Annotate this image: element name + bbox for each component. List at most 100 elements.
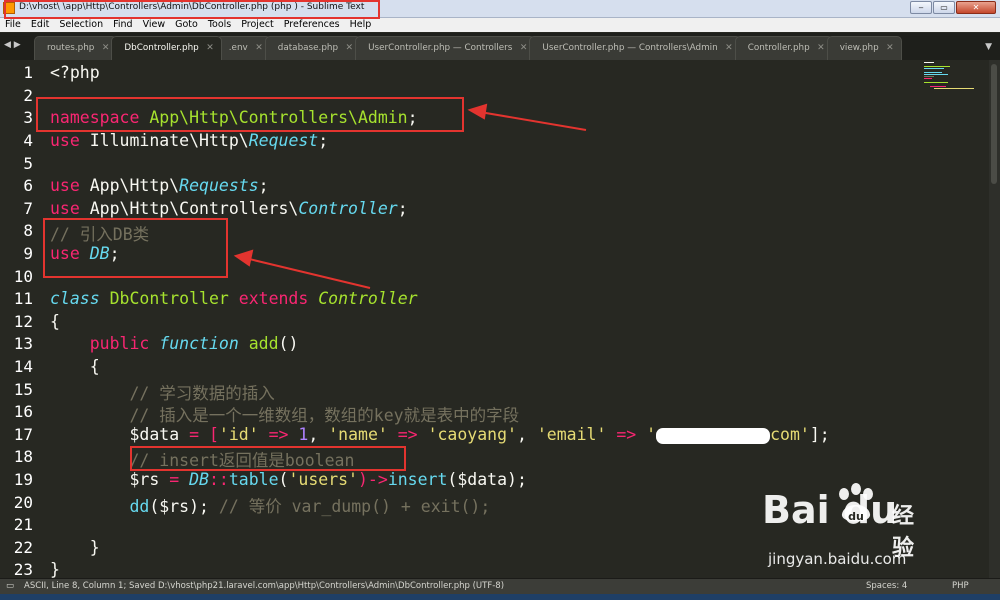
minimap-line [934, 88, 974, 89]
minimap-line [924, 74, 948, 75]
menu-preferences[interactable]: Preferences [279, 18, 345, 32]
status-bar: ▭ ASCII, Line 8, Column 1; Saved D:\vhos… [0, 578, 1000, 595]
code-line-20: dd($rs); // 等价 var_dump() + exit(); [50, 497, 491, 516]
code-line-11: class DbController extends Controller [50, 289, 418, 308]
code-line-19: $rs = DB::table('users')->insert($data); [50, 470, 527, 489]
menu-help[interactable]: Help [345, 18, 377, 32]
minimap-line [930, 86, 946, 87]
code-line-23: } [50, 560, 60, 579]
minimap-line [924, 62, 934, 63]
code-line-12: { [50, 312, 60, 331]
tab-routes[interactable]: routes.php ✕ [34, 36, 118, 60]
code-line-3: namespace App\Http\Controllers\Admin; [50, 108, 418, 127]
menu-find[interactable]: Find [108, 18, 137, 32]
line-number: 4 [23, 131, 33, 150]
syntax-setting[interactable]: PHP [952, 581, 969, 591]
tab-nav-icon[interactable]: ◀ ▶ [4, 40, 21, 50]
line-number: 19 [13, 470, 33, 489]
code-line-6: use App\Http\Requests; [50, 176, 269, 195]
menu-edit[interactable]: Edit [26, 18, 54, 32]
menu-bar: File Edit Selection Find View Goto Tools… [0, 18, 1000, 32]
tab-database[interactable]: database.php ✕ [264, 36, 362, 60]
line-number: 18 [13, 447, 33, 466]
tab-label: routes.php [47, 43, 95, 53]
tab-close-icon[interactable]: ✕ [886, 37, 894, 60]
line-number: 15 [13, 380, 33, 399]
os-taskbar [0, 594, 1000, 600]
code-line-16: // 插入是一个一维数组，数组的key就是表中的字段 [50, 406, 520, 425]
scrollbar-thumb[interactable] [991, 64, 997, 184]
menu-tools[interactable]: Tools [203, 18, 236, 32]
tab-close-icon[interactable]: ✕ [102, 37, 110, 60]
code-line-9: use DB; [50, 244, 120, 263]
tab-label: Controller.php [747, 43, 810, 53]
line-number: 10 [13, 267, 33, 286]
tab-label: .env [228, 43, 248, 53]
minimap-line [924, 68, 944, 69]
tab-label: UserController.php — Controllers\Admin [542, 43, 718, 53]
tab-close-icon[interactable]: ✕ [725, 37, 733, 60]
code-line-14: { [50, 357, 100, 376]
tab-close-icon[interactable]: ✕ [520, 37, 528, 60]
tab-close-icon[interactable]: ✕ [817, 37, 825, 60]
menu-goto[interactable]: Goto [170, 18, 203, 32]
code-line-13: public function add() [89, 334, 299, 353]
close-icon[interactable]: ✕ [956, 1, 996, 14]
window-controls: ‒ ▭ ✕ [910, 1, 996, 14]
line-number: 23 [13, 560, 33, 579]
menu-view[interactable]: View [138, 18, 171, 32]
minimap-line [924, 76, 934, 77]
code-line-4: use Illuminate\Http\Request; [50, 131, 329, 150]
code-line-17: $data = ['id' => 1, 'name' => 'caoyang',… [50, 425, 830, 444]
tab-usercontroller-admin[interactable]: UserController.php — Controllers\Admin ✕ [529, 36, 741, 60]
line-number: 16 [13, 402, 33, 421]
maximize-icon[interactable]: ▭ [933, 1, 955, 14]
tab-bar: ◀ ▶ routes.php ✕ DbController.php ✕ .env ✕ … [0, 33, 1000, 60]
vertical-scrollbar[interactable] [989, 60, 1000, 578]
tab-close-icon[interactable]: ✕ [206, 37, 214, 60]
sublime-text-icon [3, 2, 15, 14]
minimap-line [924, 66, 950, 67]
tab-view[interactable]: view.php ✕ [826, 36, 902, 60]
code-line-15: // 学习数据的插入 [50, 384, 275, 403]
watermark-url: jingyan.baidu.com [768, 550, 907, 568]
tab-controller[interactable]: Controller.php ✕ [734, 36, 833, 60]
line-number: 6 [23, 176, 33, 195]
line-number: 7 [23, 199, 33, 218]
line-number: 11 [13, 289, 33, 308]
tab-close-icon[interactable]: ✕ [346, 37, 354, 60]
line-number: 13 [13, 334, 33, 353]
line-number: 9 [23, 244, 33, 263]
indentation-setting[interactable]: Spaces: 4 [866, 581, 907, 591]
tab-list: routes.php ✕ DbController.php ✕ .env ✕ data… [34, 36, 902, 60]
status-icon[interactable]: ▭ [6, 581, 14, 591]
minimap[interactable] [920, 60, 990, 90]
title-bar: D:\vhost\ \app\Http\Controllers\Admin\Db… [0, 0, 1000, 18]
tab-dbcontroller[interactable]: DbController.php ✕ [111, 36, 222, 60]
line-number: 14 [13, 357, 33, 376]
status-text: ASCII, Line 8, Column 1; Saved D:\vhost\… [24, 581, 505, 591]
line-number: 12 [13, 312, 33, 331]
paw-icon: du [839, 483, 873, 523]
tab-label: database.php [277, 43, 339, 53]
line-number: 20 [13, 493, 33, 512]
menu-project[interactable]: Project [236, 18, 279, 32]
line-number-gutter: 1 2 3 4 5 6 7 8 9 10 11 12 13 14 15 16 1… [0, 60, 38, 579]
tab-close-icon[interactable]: ✕ [255, 37, 263, 60]
tab-env[interactable]: .env ✕ [215, 36, 271, 60]
minimize-icon[interactable]: ‒ [910, 1, 932, 14]
code-line-18: // insert返回值是boolean [50, 451, 355, 470]
line-number: 1 [23, 63, 33, 82]
code-line-7: use App\Http\Controllers\Controller; [50, 199, 408, 218]
line-number: 5 [23, 154, 33, 173]
menu-selection[interactable]: Selection [54, 18, 108, 32]
line-number: 17 [13, 425, 33, 444]
minimap-line [924, 82, 948, 83]
window-title: D:\vhost\ \app\Http\Controllers\Admin\Db… [19, 2, 365, 12]
svg-text:du: du [848, 510, 864, 523]
line-number-current: 8 [23, 221, 33, 240]
tab-menu-icon[interactable]: ▼ [985, 42, 992, 52]
menu-file[interactable]: File [0, 18, 26, 32]
tab-label: UserController.php — Controllers [368, 43, 513, 53]
tab-usercontroller[interactable]: UserController.php — Controllers ✕ [355, 36, 536, 60]
